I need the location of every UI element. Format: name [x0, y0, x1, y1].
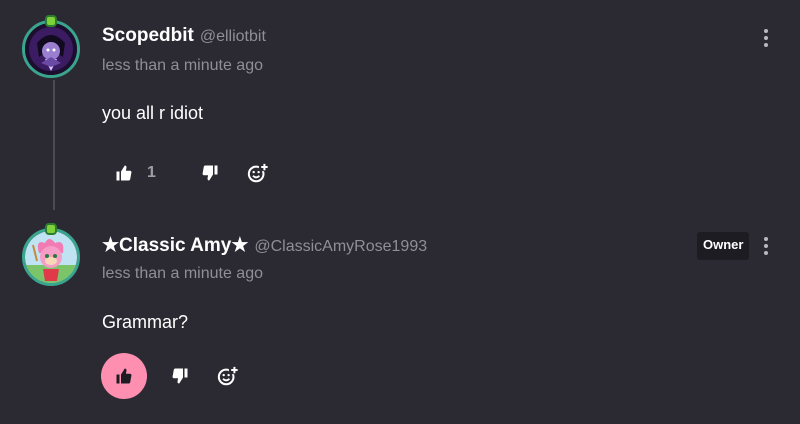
avatar[interactable] [22, 15, 86, 80]
like-button[interactable] [101, 150, 147, 196]
author-display-name[interactable]: ★Classic Amy★ [102, 234, 248, 257]
thumbs-up-icon [116, 165, 132, 181]
comment-thread: Scopedbit @elliotbit less than a minute … [0, 0, 800, 424]
avatar-status-badge-icon [45, 15, 57, 27]
author-handle[interactable]: @ClassicAmyRose1993 [254, 238, 427, 256]
add-reaction-button[interactable] [205, 353, 251, 399]
comment-actions: 1 [101, 150, 281, 196]
author-display-name[interactable]: Scopedbit [102, 25, 194, 47]
more-options-button[interactable] [756, 234, 776, 258]
thumbs-down-icon [172, 368, 188, 384]
more-vertical-icon [764, 237, 768, 241]
add-reaction-icon [247, 163, 269, 183]
add-reaction-icon [217, 366, 239, 386]
comment-body: Grammar? [102, 312, 189, 332]
avatar-image [22, 228, 80, 286]
comment-author-row: ★Classic Amy★ @ClassicAmyRose1993 [102, 234, 427, 257]
add-reaction-button[interactable] [235, 150, 281, 196]
like-button[interactable] [101, 353, 147, 399]
more-vertical-icon [764, 29, 768, 33]
avatar-image [22, 20, 80, 78]
thumbs-down-icon [202, 165, 218, 181]
dislike-button[interactable] [187, 150, 233, 196]
more-options-button[interactable] [756, 26, 776, 50]
author-handle[interactable]: @elliotbit [200, 28, 266, 46]
comment-author-row: Scopedbit @elliotbit [102, 25, 266, 47]
dislike-button[interactable] [157, 353, 203, 399]
avatar[interactable] [22, 223, 86, 288]
owner-badge: Owner [697, 232, 750, 260]
comment-timestamp: less than a minute ago [102, 57, 263, 74]
avatar-status-badge-icon [45, 223, 57, 235]
comment-actions [101, 353, 251, 399]
comment: ★Classic Amy★ @ClassicAmyRose1993 less t… [0, 210, 800, 424]
like-count: 1 [147, 164, 156, 181]
comment-timestamp: less than a minute ago [102, 265, 263, 282]
thumbs-up-icon [116, 368, 132, 384]
comment-body: you all r idiot [102, 103, 204, 123]
comment: Scopedbit @elliotbit less than a minute … [0, 0, 800, 210]
